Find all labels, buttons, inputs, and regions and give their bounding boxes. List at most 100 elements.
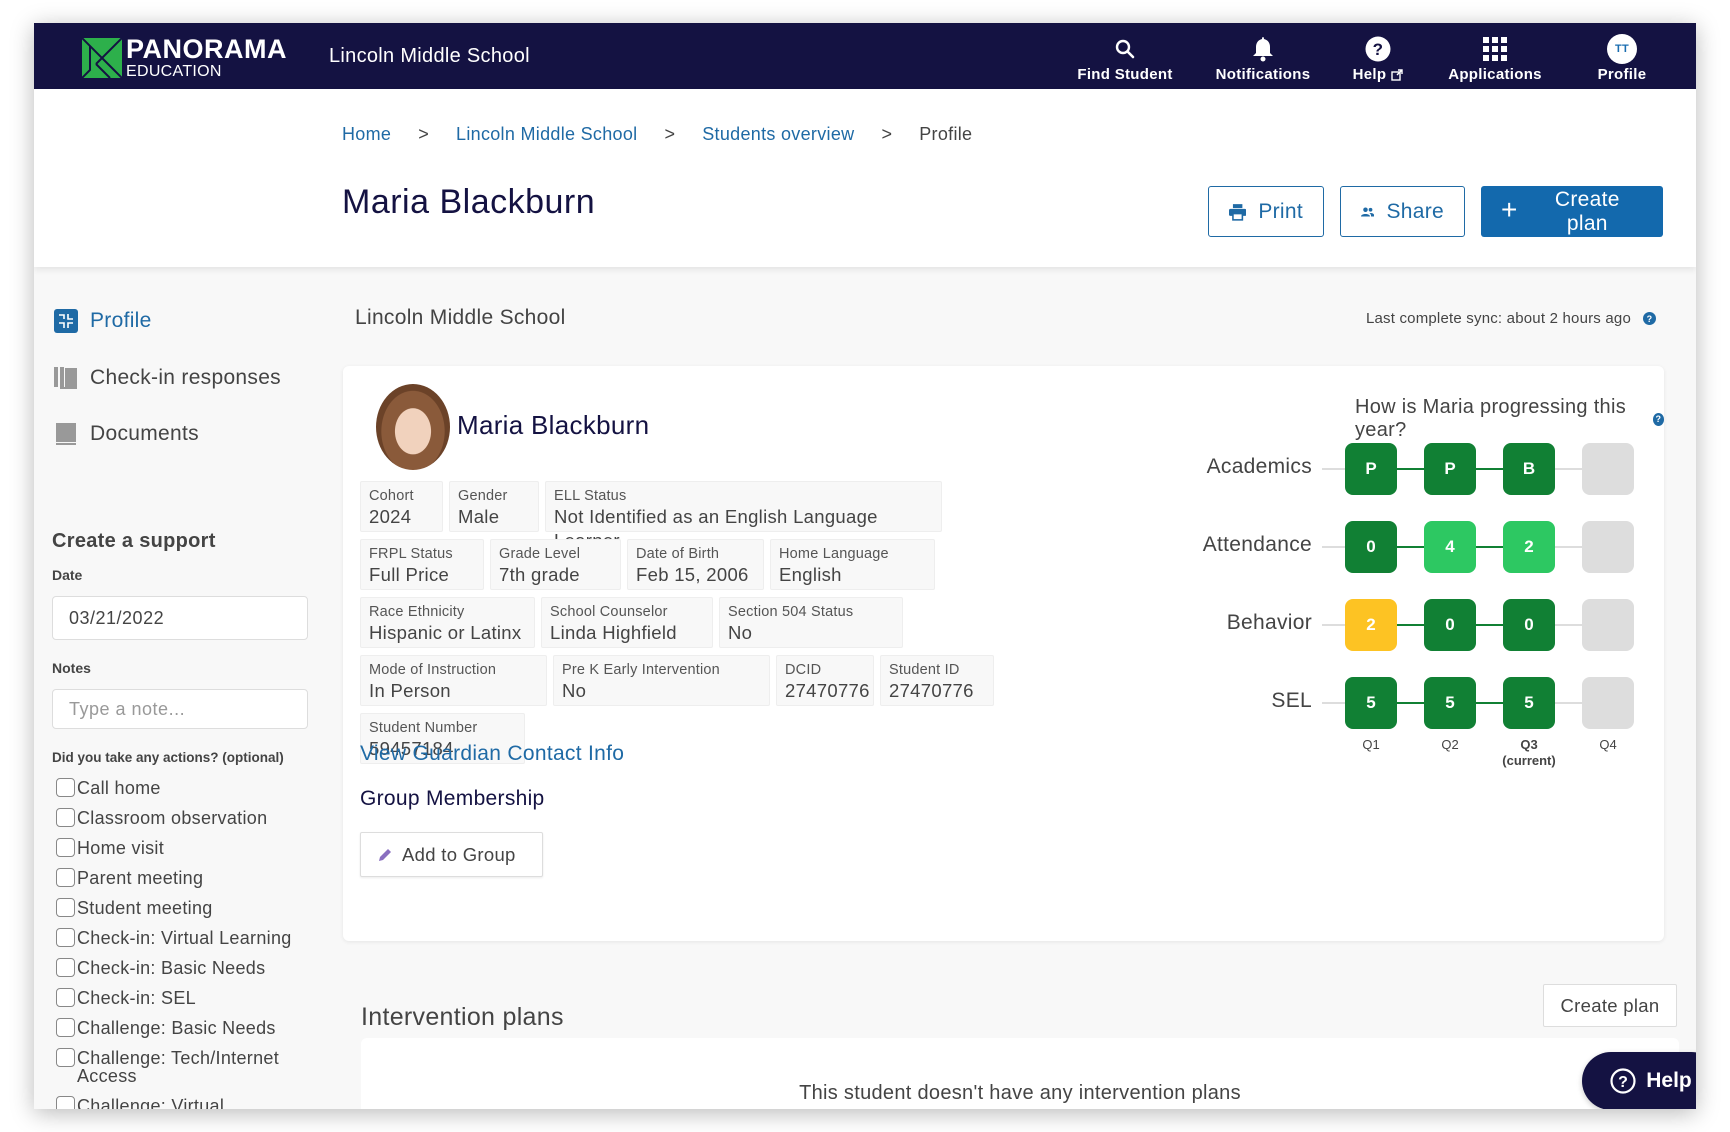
progress-cell-attendance-q3[interactable]: 2 bbox=[1503, 521, 1555, 573]
sidebar-item-label: Check-in responses bbox=[90, 366, 281, 389]
nav-profile[interactable]: TT Profile bbox=[1566, 23, 1678, 89]
progress-cell-behavior-q2[interactable]: 0 bbox=[1424, 599, 1476, 651]
checkbox[interactable] bbox=[56, 1048, 75, 1067]
checkbox[interactable] bbox=[56, 838, 75, 857]
print-button[interactable]: Print bbox=[1208, 186, 1324, 237]
intervention-create-plan-button[interactable]: Create plan bbox=[1543, 984, 1677, 1027]
school-label: Lincoln Middle School bbox=[355, 306, 566, 329]
progress-question: How is Maria progressing this year? ? bbox=[1355, 396, 1664, 442]
sidebar-item-label: Documents bbox=[90, 422, 199, 445]
action-checkbox-student-meeting[interactable]: Student meeting bbox=[56, 898, 316, 918]
breadcrumb-home[interactable]: Home bbox=[342, 124, 391, 145]
action-checkbox-parent-meeting[interactable]: Parent meeting bbox=[56, 868, 316, 887]
progress-cell-behavior-q1[interactable]: 2 bbox=[1345, 599, 1397, 651]
action-checkbox-check-in-virtual-learning[interactable]: Check-in: Virtual Learning bbox=[56, 928, 316, 948]
info-icon[interactable]: ? bbox=[1643, 312, 1656, 325]
attribute-label: Grade Level bbox=[499, 546, 581, 562]
progress-connector bbox=[1397, 702, 1424, 704]
progress-connector bbox=[1476, 624, 1503, 626]
nav-notifications[interactable]: Notifications bbox=[1194, 23, 1332, 89]
svg-text:?: ? bbox=[1373, 40, 1384, 59]
progress-cell-behavior-q3[interactable]: 0 bbox=[1503, 599, 1555, 651]
notes-input[interactable] bbox=[52, 689, 308, 729]
svg-text:?: ? bbox=[1618, 1074, 1628, 1091]
info-icon[interactable]: ? bbox=[1652, 412, 1664, 426]
action-checkbox-check-in-sel[interactable]: Check-in: SEL bbox=[56, 988, 316, 1007]
action-checkbox-classroom-observation[interactable]: Classroom observation bbox=[56, 808, 316, 828]
checkbox[interactable] bbox=[56, 898, 75, 917]
progress-cell-sel-q3[interactable]: 5 bbox=[1503, 677, 1555, 729]
checkbox[interactable] bbox=[56, 868, 75, 887]
nav-applications[interactable]: Applications bbox=[1424, 23, 1566, 89]
attribute-label: Mode of Instruction bbox=[369, 662, 497, 678]
action-checkbox-challenge-virtual[interactable]: Challenge: Virtual bbox=[56, 1096, 316, 1109]
checkbox[interactable] bbox=[56, 1096, 75, 1109]
student-card: Maria Blackburn Cohort 2024 Gender Male EL… bbox=[343, 366, 1664, 941]
action-checkbox-challenge-basic-needs[interactable]: Challenge: Basic Needs bbox=[56, 1018, 316, 1037]
progress-cell-academics-q2[interactable]: P bbox=[1424, 443, 1476, 495]
nav-help[interactable]: ? Help bbox=[1332, 23, 1424, 89]
help-floating-button[interactable]: ? Help bbox=[1582, 1052, 1696, 1109]
date-input[interactable] bbox=[52, 596, 308, 640]
sidebar-item-profile[interactable]: Profile bbox=[54, 309, 152, 333]
breadcrumb-students-overview[interactable]: Students overview bbox=[702, 124, 854, 145]
attribute-label: Cohort bbox=[369, 488, 414, 504]
action-checkbox-challenge-tech-internet-access[interactable]: Challenge: Tech/Internet Access bbox=[56, 1048, 316, 1086]
attribute-value: Feb 15, 2006 bbox=[636, 564, 749, 585]
checkbox-label: Challenge: Tech/Internet Access bbox=[77, 1048, 280, 1086]
progress-connector bbox=[1397, 624, 1424, 626]
checkbox[interactable] bbox=[56, 778, 75, 797]
nav-notifications-label: Notifications bbox=[1215, 66, 1311, 83]
progress-row-sel: SEL 5 5 5 bbox=[1083, 677, 1643, 729]
actions-label: Did you take any actions? (optional) bbox=[52, 750, 284, 765]
checkbox[interactable] bbox=[56, 928, 75, 947]
create-plan-button[interactable]: + Create plan bbox=[1481, 186, 1663, 237]
add-to-group-button[interactable]: Add to Group bbox=[360, 832, 543, 877]
share-button[interactable]: Share bbox=[1340, 186, 1465, 237]
nav-find-student[interactable]: Find Student bbox=[1056, 23, 1194, 89]
checkbox-label: Check-in: Virtual Learning bbox=[77, 928, 292, 948]
attribute-value: Full Price bbox=[369, 564, 450, 585]
action-checkbox-call-home[interactable]: Call home bbox=[56, 778, 316, 798]
attribute-frpl-status: FRPL Status Full Price bbox=[360, 539, 484, 590]
view-guardian-contact-link[interactable]: View Guardian Contact Info bbox=[360, 742, 624, 766]
printer-icon bbox=[1229, 203, 1247, 221]
progress-cell-sel-q2[interactable]: 5 bbox=[1424, 677, 1476, 729]
checkbox[interactable] bbox=[56, 1018, 75, 1037]
sidebar-item-check-in-responses[interactable]: Check-in responses bbox=[54, 366, 281, 390]
checkbox[interactable] bbox=[56, 988, 75, 1007]
attribute-label: Student ID bbox=[889, 662, 960, 678]
student-name: Maria Blackburn bbox=[457, 410, 650, 440]
checkbox[interactable] bbox=[56, 958, 75, 977]
action-checkbox-home-visit[interactable]: Home visit bbox=[56, 838, 316, 857]
attribute-label: FRPL Status bbox=[369, 546, 453, 562]
attribute-value: In Person bbox=[369, 680, 451, 701]
attribute-label: Race Ethnicity bbox=[369, 604, 465, 620]
progress-cell-attendance-q1[interactable]: 0 bbox=[1345, 521, 1397, 573]
progress-cell-behavior-q4 bbox=[1582, 599, 1634, 651]
panorama-logo[interactable]: PANORAMA EDUCATION bbox=[82, 36, 287, 80]
create-support-title: Create a support bbox=[52, 530, 216, 552]
actions-checklist: Call home Classroom observation Home vis… bbox=[56, 778, 316, 1109]
progress-row-label: SEL bbox=[1271, 689, 1312, 712]
checkbox[interactable] bbox=[56, 808, 75, 827]
checkbox-label: Student meeting bbox=[77, 898, 213, 918]
progress-cell-academics-q1[interactable]: P bbox=[1345, 443, 1397, 495]
student-photo bbox=[376, 384, 450, 470]
progress-cell-attendance-q2[interactable]: 4 bbox=[1424, 521, 1476, 573]
breadcrumb-school[interactable]: Lincoln Middle School bbox=[456, 124, 637, 145]
sidebar-item-documents[interactable]: Documents bbox=[54, 422, 199, 446]
progress-cell-academics-q3[interactable]: B bbox=[1503, 443, 1555, 495]
progress-row-behavior: Behavior 2 0 0 bbox=[1083, 599, 1643, 651]
attribute-value: 2024 bbox=[369, 506, 412, 527]
action-checkbox-check-in-basic-needs[interactable]: Check-in: Basic Needs bbox=[56, 958, 316, 977]
progress-cell-sel-q1[interactable]: 5 bbox=[1345, 677, 1397, 729]
progress-cell-academics-q4 bbox=[1582, 443, 1634, 495]
attribute-student-id: Student ID 27470776 bbox=[880, 655, 994, 706]
checkbox-label: Call home bbox=[77, 778, 161, 798]
attribute-label: Gender bbox=[458, 488, 508, 504]
share-label: Share bbox=[1386, 199, 1444, 223]
nav-profile-label: Profile bbox=[1597, 66, 1647, 83]
checkbox-label: Classroom observation bbox=[77, 808, 268, 828]
progress-connector bbox=[1476, 546, 1503, 548]
